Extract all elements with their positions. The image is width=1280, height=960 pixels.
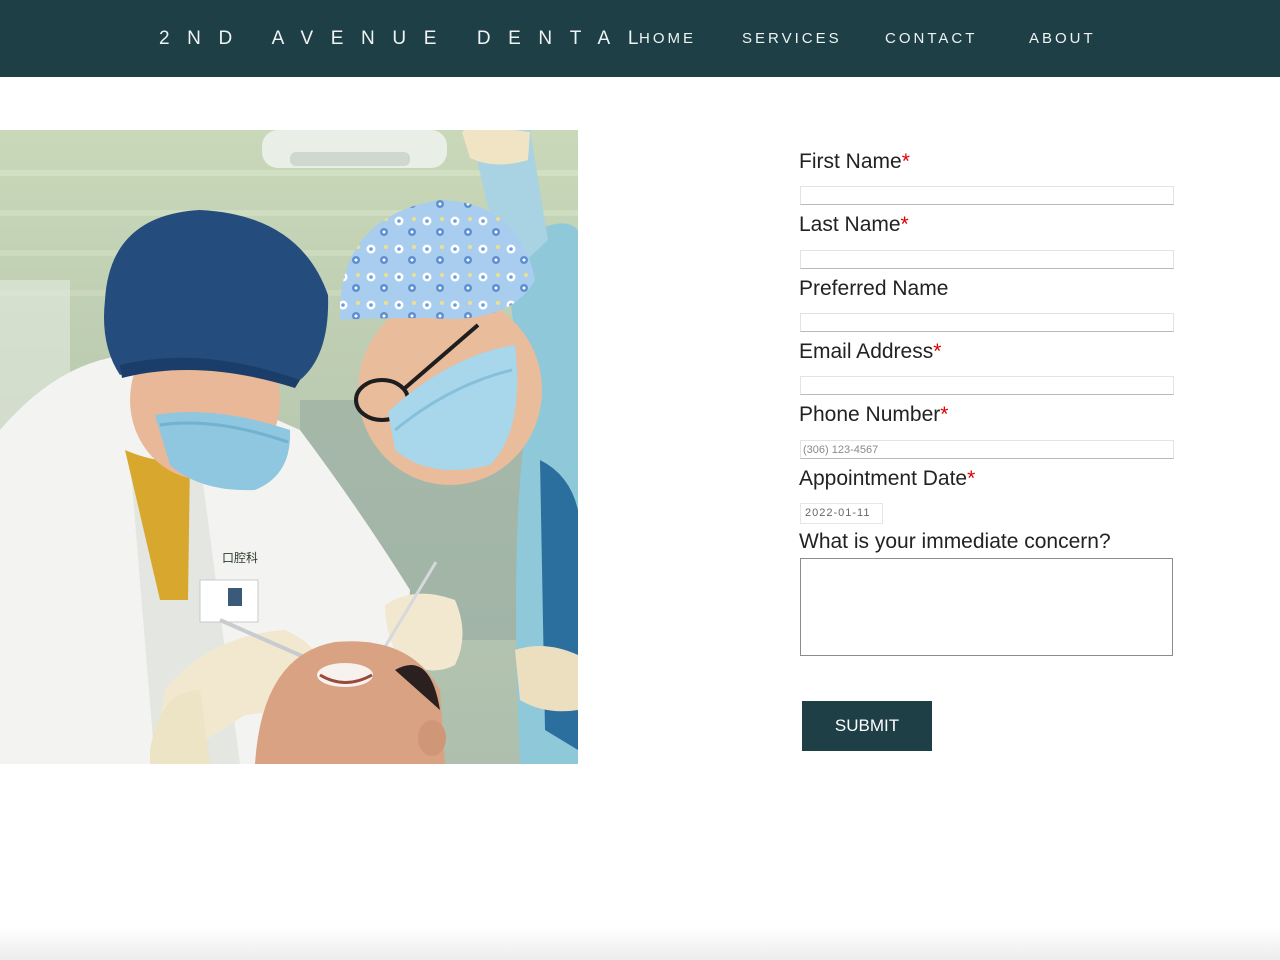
first-name-field[interactable] [800, 186, 1174, 205]
nav-home[interactable]: HOME [639, 29, 696, 49]
required-marker: * [901, 150, 910, 173]
required-marker: * [940, 403, 949, 426]
concern-textarea[interactable] [800, 558, 1173, 656]
appointment-date-label: Appointment Date* [799, 467, 976, 490]
phone-number-label: Phone Number* [799, 403, 949, 426]
nav-contact[interactable]: CONTACT [885, 29, 977, 49]
appointment-date-field[interactable]: 2022-01-11 [800, 503, 883, 524]
page-bottom-fade [0, 928, 1280, 960]
site-logo-text[interactable]: 2ND AVENUE DENTAL [159, 27, 656, 51]
dental-exam-photo: 口腔科 [0, 130, 578, 764]
nav-services[interactable]: SERVICES [742, 29, 842, 49]
concern-label: What is your immediate concern? [799, 530, 1111, 553]
required-marker: * [967, 467, 976, 490]
required-marker: * [933, 340, 942, 363]
nav-about[interactable]: ABOUT [1029, 29, 1096, 49]
phone-field[interactable] [800, 440, 1174, 459]
email-field[interactable] [800, 376, 1174, 395]
submit-button[interactable]: SUBMIT [802, 701, 932, 751]
preferred-name-field[interactable] [800, 313, 1174, 332]
last-name-field[interactable] [800, 250, 1174, 269]
last-name-label: Last Name* [799, 213, 909, 236]
top-navigation-bar: 2ND AVENUE DENTAL HOME SERVICES CONTACT … [0, 0, 1280, 77]
svg-text:口腔科: 口腔科 [222, 550, 258, 565]
preferred-name-label: Preferred Name [799, 277, 949, 300]
email-address-label: Email Address* [799, 340, 942, 363]
first-name-label: First Name* [799, 150, 910, 173]
required-marker: * [900, 213, 909, 236]
